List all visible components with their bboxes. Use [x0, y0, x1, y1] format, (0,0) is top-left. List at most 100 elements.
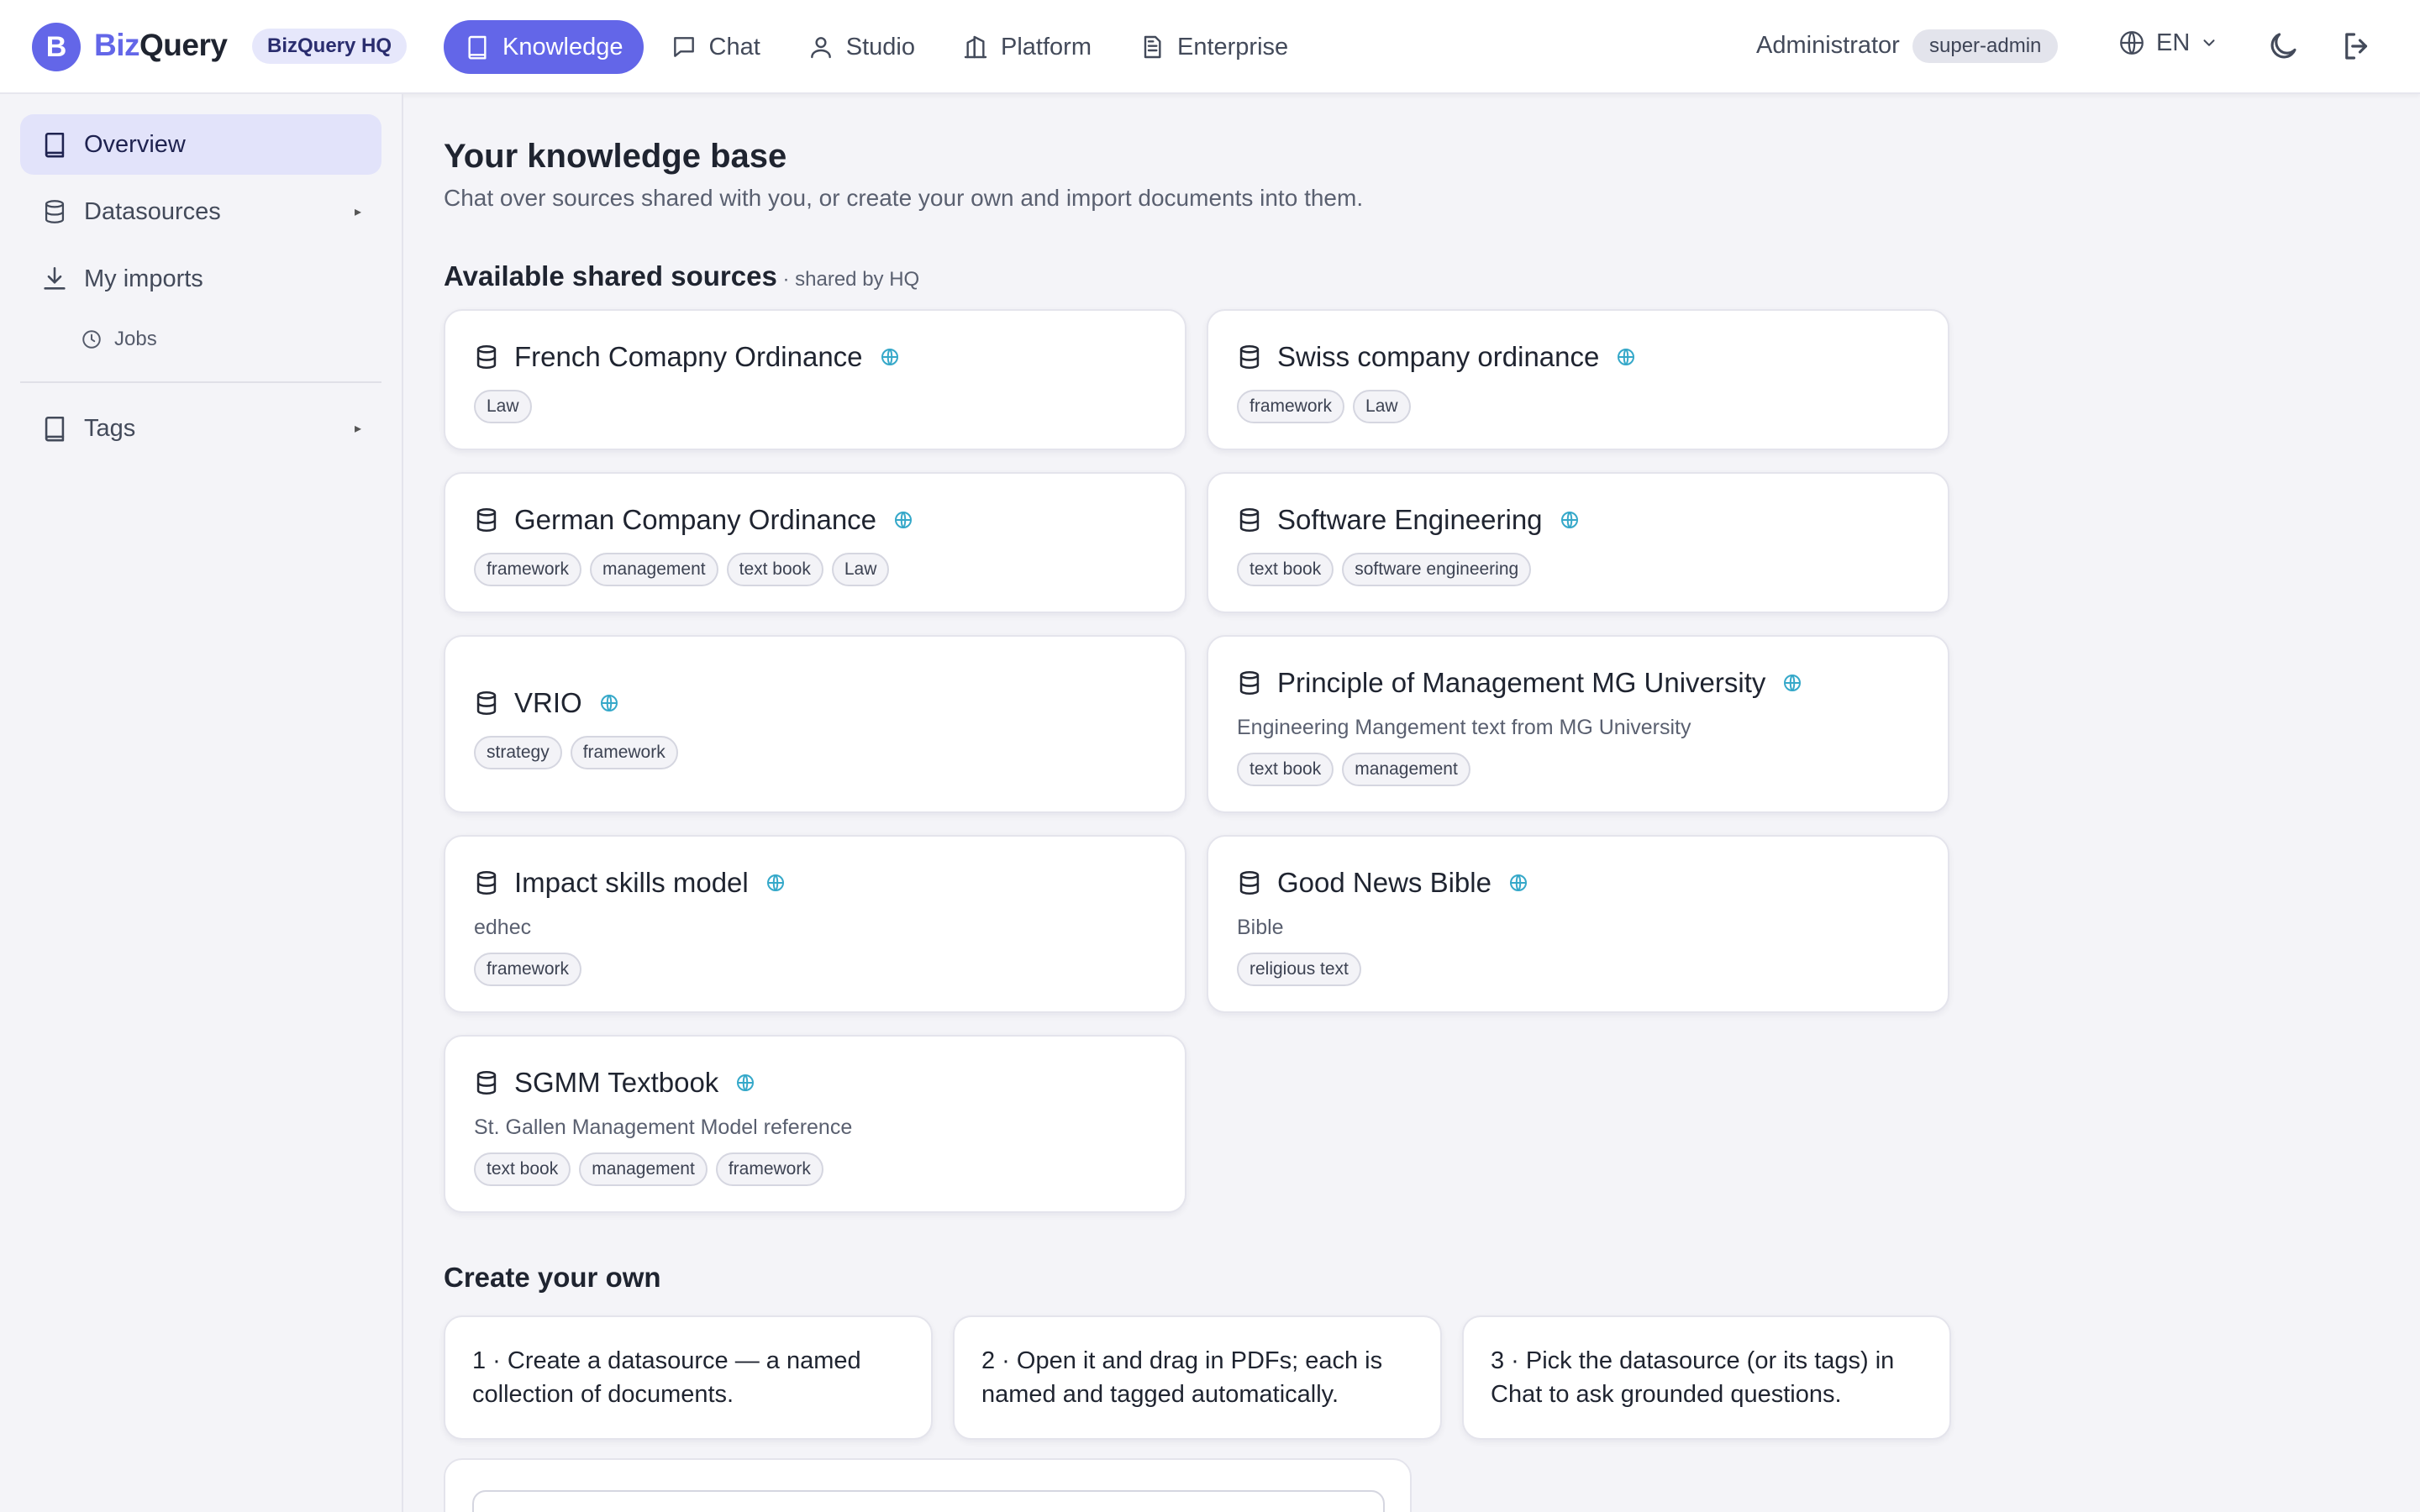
tag-chip[interactable]: management: [1342, 753, 1470, 786]
logout-icon: [2345, 33, 2368, 60]
source-title-row: Principle of Management MG University: [1235, 667, 1802, 699]
source-title-row: SGMM Textbook: [472, 1067, 755, 1099]
source-card[interactable]: VRIO strategy framework: [444, 635, 1186, 813]
source-tags: strategy framework: [474, 736, 678, 769]
source-tags: framework: [474, 953, 582, 986]
globe-icon: [1509, 874, 1527, 891]
source-title: Impact skills model: [514, 867, 749, 898]
tag-chip[interactable]: framework: [474, 553, 582, 586]
source-title-row: French Comapny Ordinance: [472, 341, 900, 373]
source-tags: framework management text book Law: [474, 553, 890, 586]
source-card[interactable]: Principle of Management MG University Eng…: [1207, 635, 1949, 813]
shared-by-label: · shared by HQ: [776, 268, 920, 291]
tag-chip[interactable]: framework: [570, 736, 678, 769]
tag-chip[interactable]: text book: [1237, 553, 1334, 586]
moon-icon: [2270, 33, 2296, 59]
globe-icon: [737, 1074, 755, 1091]
step-card-3: 3 · Pick the datasource (or its tags) in…: [1462, 1315, 1951, 1440]
tag-chip[interactable]: framework: [715, 1152, 823, 1186]
tag-chip[interactable]: Law: [1353, 390, 1411, 423]
tag-chip[interactable]: religious text: [1237, 953, 1361, 986]
tag-chip[interactable]: Law: [831, 553, 890, 586]
tag-chip[interactable]: strategy: [474, 736, 562, 769]
datasource-name-input[interactable]: [472, 1490, 1385, 1512]
nav-enterprise[interactable]: Enterprise: [1118, 20, 1308, 74]
source-card[interactable]: SGMM Textbook St. Gallen Management Model…: [444, 1035, 1186, 1213]
tag-chip[interactable]: management: [579, 1152, 708, 1186]
globe-icon: [1784, 675, 1802, 691]
source-title: Principle of Management MG University: [1277, 667, 1766, 698]
nav-knowledge-label: Knowledge: [502, 33, 623, 60]
source-card[interactable]: French Comapny Ordinance Law: [444, 309, 1186, 450]
tag-chip[interactable]: framework: [474, 953, 582, 986]
brand-name[interactable]: BizQuery: [94, 28, 228, 63]
source-card[interactable]: German Company Ordinance framework managem…: [444, 472, 1186, 613]
nav-chat[interactable]: Chat: [650, 20, 781, 74]
nav-knowledge[interactable]: Knowledge: [444, 20, 644, 74]
brand-name-part1: Biz: [94, 28, 140, 62]
source-description: St. Gallen Management Model reference: [474, 1116, 853, 1139]
user-name: Administrator: [1756, 32, 1900, 59]
language-selector[interactable]: EN: [2118, 29, 2218, 57]
tag-chip[interactable]: text book: [1237, 753, 1334, 786]
globe-icon: [881, 349, 898, 365]
sidebar-item-datasources[interactable]: Datasources ▸: [20, 181, 381, 242]
database-icon: [476, 507, 497, 533]
source-title-row: Impact skills model: [472, 867, 786, 899]
nav-studio-label: Studio: [845, 33, 915, 60]
main-nav: Knowledge Chat Studio Platform Enterpris…: [444, 20, 1315, 74]
sidebar-item-jobs[interactable]: Jobs: [81, 328, 157, 351]
tag-chip[interactable]: text book: [474, 1152, 571, 1186]
sidebar-divider: [20, 381, 381, 383]
create-own-heading: Create your own: [444, 1262, 661, 1293]
nav-studio[interactable]: Studio: [787, 20, 935, 74]
tag-chip[interactable]: management: [590, 553, 718, 586]
source-tags: Law: [474, 390, 532, 423]
sidebar-item-label: Tags: [84, 414, 136, 442]
source-tags: text book software engineering: [1237, 553, 1532, 586]
caret-right-icon: ▸: [354, 205, 361, 219]
nav-platform[interactable]: Platform: [942, 20, 1112, 74]
sidebar-item-my-imports[interactable]: My imports: [20, 249, 381, 309]
source-tags: text book management framework: [474, 1152, 823, 1186]
sidebar-item-tags[interactable]: Tags ▸: [20, 398, 381, 459]
sidebar-item-label: Jobs: [114, 328, 157, 350]
database-icon: [476, 344, 497, 370]
book-icon: [468, 35, 487, 60]
caret-right-icon: ▸: [354, 422, 361, 436]
shared-sources-heading: Available shared sources · shared by HQ: [444, 260, 919, 292]
source-description: Engineering Mangement text from MG Unive…: [1237, 716, 1691, 739]
globe-icon: [766, 874, 784, 891]
source-title-row: German Company Ordinance: [472, 504, 913, 536]
tag-chip[interactable]: text book: [726, 553, 823, 586]
source-card[interactable]: Swiss company ordinance framework Law: [1207, 309, 1949, 450]
database-icon: [1239, 344, 1260, 370]
source-description: edhec: [474, 916, 532, 939]
source-description: Bible: [1237, 916, 1284, 939]
tag-chip[interactable]: software engineering: [1342, 553, 1532, 586]
sidebar-item-label: Overview: [84, 130, 186, 158]
page-subtitle: Chat over sources shared with you, or cr…: [444, 185, 1364, 211]
org-badge[interactable]: BizQuery HQ: [252, 29, 408, 64]
sidebar: Overview Datasources ▸ My imports Jobs T…: [0, 94, 403, 1512]
globe-icon: [2120, 31, 2144, 55]
user-icon: [810, 37, 831, 59]
source-card[interactable]: Impact skills model edhec framework: [444, 835, 1186, 1013]
source-title-row: Swiss company ordinance: [1235, 341, 1636, 373]
tag-chip[interactable]: framework: [1237, 390, 1345, 423]
database-icon: [476, 1070, 497, 1095]
nav-chat-label: Chat: [708, 33, 760, 60]
chevron-down-icon: [2203, 39, 2215, 46]
source-card[interactable]: Good News Bible Bible religious text: [1207, 835, 1949, 1013]
sidebar-item-overview[interactable]: Overview: [20, 114, 381, 175]
brand-logo[interactable]: B: [32, 23, 81, 71]
clock-icon: [82, 330, 101, 349]
sidebar-item-label: Datasources: [84, 197, 221, 225]
theme-toggle-button[interactable]: [2265, 29, 2301, 64]
tag-chip[interactable]: Law: [474, 390, 532, 423]
nav-platform-label: Platform: [1001, 33, 1092, 60]
source-card[interactable]: Software Engineering text book software en…: [1207, 472, 1949, 613]
globe-icon: [600, 695, 618, 711]
logout-button[interactable]: [2339, 29, 2375, 64]
shared-sources-title: Available shared sources: [444, 260, 777, 291]
